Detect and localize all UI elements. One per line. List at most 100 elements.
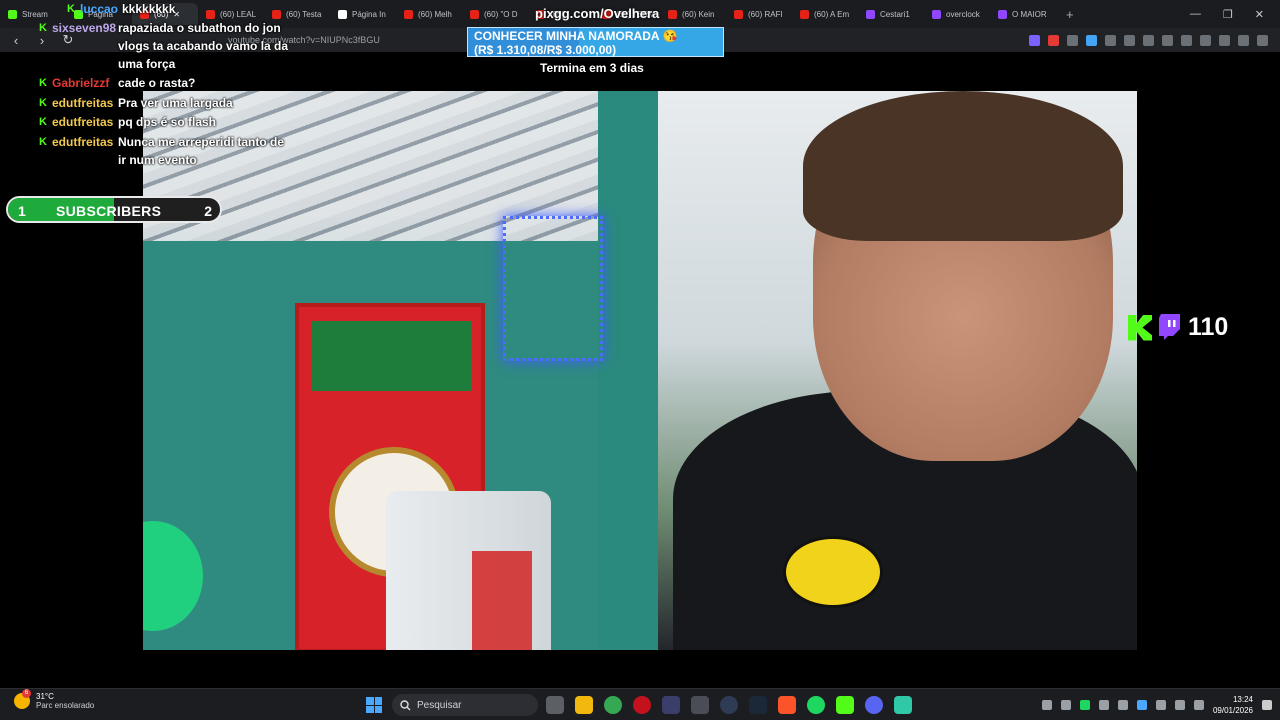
twitch-icon [998,9,1007,19]
extension-icon[interactable] [1105,34,1116,46]
extensions-bar [1029,34,1280,46]
app-icon[interactable] [691,696,709,714]
extension-icon[interactable] [1067,34,1078,46]
browser-tab-label: Cestari1 [880,9,910,19]
minimize-icon[interactable]: — [1190,8,1201,21]
chat-text: kkkkkkkk [122,2,176,16]
puzzle-icon[interactable] [1124,34,1135,46]
spotify-icon[interactable] [807,696,825,714]
chat-message: K edutfreitas Pra ver uma largada [34,94,293,112]
youtube-icon [404,9,413,19]
wallet-icon[interactable] [1200,34,1211,46]
youtube-icon [800,9,809,19]
browser-tab-label: (60) Kein [682,9,715,19]
browser-tab[interactable]: O MAIOR [990,3,1056,25]
volume-icon[interactable] [1193,700,1204,710]
network-icon[interactable] [1174,700,1185,710]
subscribers-target: 2 [204,203,212,219]
bluetooth-icon[interactable] [1136,700,1147,710]
microphone-icon[interactable] [1155,700,1166,710]
weather-condition: Parc ensolarado [36,701,95,710]
notepad-icon[interactable] [894,696,912,714]
twitch-icon [932,9,941,19]
discord-icon[interactable] [865,696,883,714]
task-view-icon[interactable] [546,696,564,714]
video-person-hair [803,91,1123,241]
window-controls: — ❐ ✕ [1190,8,1280,21]
chat-username: Gabrielzzf [52,76,110,90]
start-button[interactable] [366,697,382,713]
kick-badge-icon: K [39,22,47,34]
taskbar-search-placeholder: Pesquisar [417,699,462,711]
video-neon-sign [503,216,603,361]
extension-icon[interactable] [1029,34,1040,46]
app-tray-icon[interactable] [1098,700,1109,710]
viewer-count: 110 [1188,313,1229,341]
kick-badge-icon: K [39,97,47,109]
pix-donation-title: pixgg.com/Ovelhera [535,6,660,21]
video-can-logo [472,551,532,650]
sidebar-icon[interactable] [1181,34,1192,46]
sync-icon[interactable] [1060,700,1071,710]
play-icon[interactable] [1079,700,1090,710]
chat-message: K edutfreitas pq dps é so flash [34,113,293,131]
windows-taskbar: 6 31°C Parc ensolarado Pesquisar 13:24 0… [0,688,1280,720]
chevron-up-icon[interactable] [1041,700,1052,710]
chat-username: sixseven98 [52,21,117,35]
sparkle-icon[interactable] [1219,34,1230,46]
extension-icon[interactable] [1048,34,1059,46]
opera-icon[interactable] [633,696,651,714]
menu-icon[interactable] [1257,34,1268,46]
kick-badge-icon: K [39,77,47,89]
browser-tab[interactable]: (60) A Em [792,3,858,25]
close-icon[interactable]: ✕ [1255,8,1264,21]
maximize-icon[interactable]: ❐ [1223,8,1233,21]
browser-tab-label: overclock [946,9,980,19]
new-tab-button[interactable]: + [1056,7,1084,22]
extension-icon[interactable] [1086,34,1097,46]
steam-icon[interactable] [749,696,767,714]
clock[interactable]: 13:24 09/01/2026 [1213,694,1253,716]
file-explorer-icon[interactable] [575,696,593,714]
x-icon [338,9,347,19]
subscribers-current: 1 [18,203,26,219]
arrows-icon[interactable] [1117,700,1128,710]
kick-badge-icon: K [39,136,47,148]
browser-tab[interactable]: (60) Kein [660,3,726,25]
chat-text: Pra ver uma largada [118,96,233,110]
music-icon[interactable] [1162,34,1173,46]
kick-app-icon[interactable] [836,696,854,714]
goal-deadline: Termina em 3 dias [540,61,644,75]
browser-tab-label: (60) RAFI [748,9,783,19]
browser-tab[interactable]: Cestari1 [858,3,924,25]
weather-temperature: 31°C [36,692,54,701]
chat-message: K sixseven98 rapaziada o subathon do jon… [34,19,293,73]
screenshot-icon[interactable] [1143,34,1154,46]
chat-message-text-only: kkkkkkkk [108,0,202,18]
browser-tab[interactable]: (60) Melh [396,3,462,25]
weather-widget[interactable]: 6 31°C Parc ensolarado [14,689,95,710]
twitch-icon [866,9,875,19]
video-fridge-panel [311,321,471,391]
taskbar-search[interactable]: Pesquisar [392,694,538,716]
shield-icon[interactable] [1238,34,1249,46]
app-icon[interactable] [662,696,680,714]
twitch-logo-icon [1159,313,1180,340]
youtube-icon [668,9,677,19]
browser-tab[interactable]: (60) RAFI [726,3,792,25]
browser-tab-label: Página In [352,9,386,19]
donation-goal-box: CONHECER MINHA NAMORADA 😘 (R$ 1.310,08/R… [467,27,724,57]
chat-username: edutfreitas [52,96,114,110]
app-icon[interactable] [720,696,738,714]
subscribers-goal-bar: 1 SUBSCRIBERS 2 [6,196,222,223]
browser-tab[interactable]: overclock [924,3,990,25]
brave-icon[interactable] [778,696,796,714]
browser-tab[interactable]: (60) "O D [462,3,528,25]
chrome-icon[interactable] [604,696,622,714]
chat-username: edutfreitas [52,115,114,129]
donation-goal-amount: (R$ 1.310,08/R$ 3.000,00) [474,43,617,57]
donation-goal-title: CONHECER MINHA NAMORADA 😘 [474,29,678,43]
kick-logo-icon [1128,314,1152,341]
browser-tab[interactable]: Página In [330,3,396,25]
notifications-icon[interactable] [1262,700,1272,710]
